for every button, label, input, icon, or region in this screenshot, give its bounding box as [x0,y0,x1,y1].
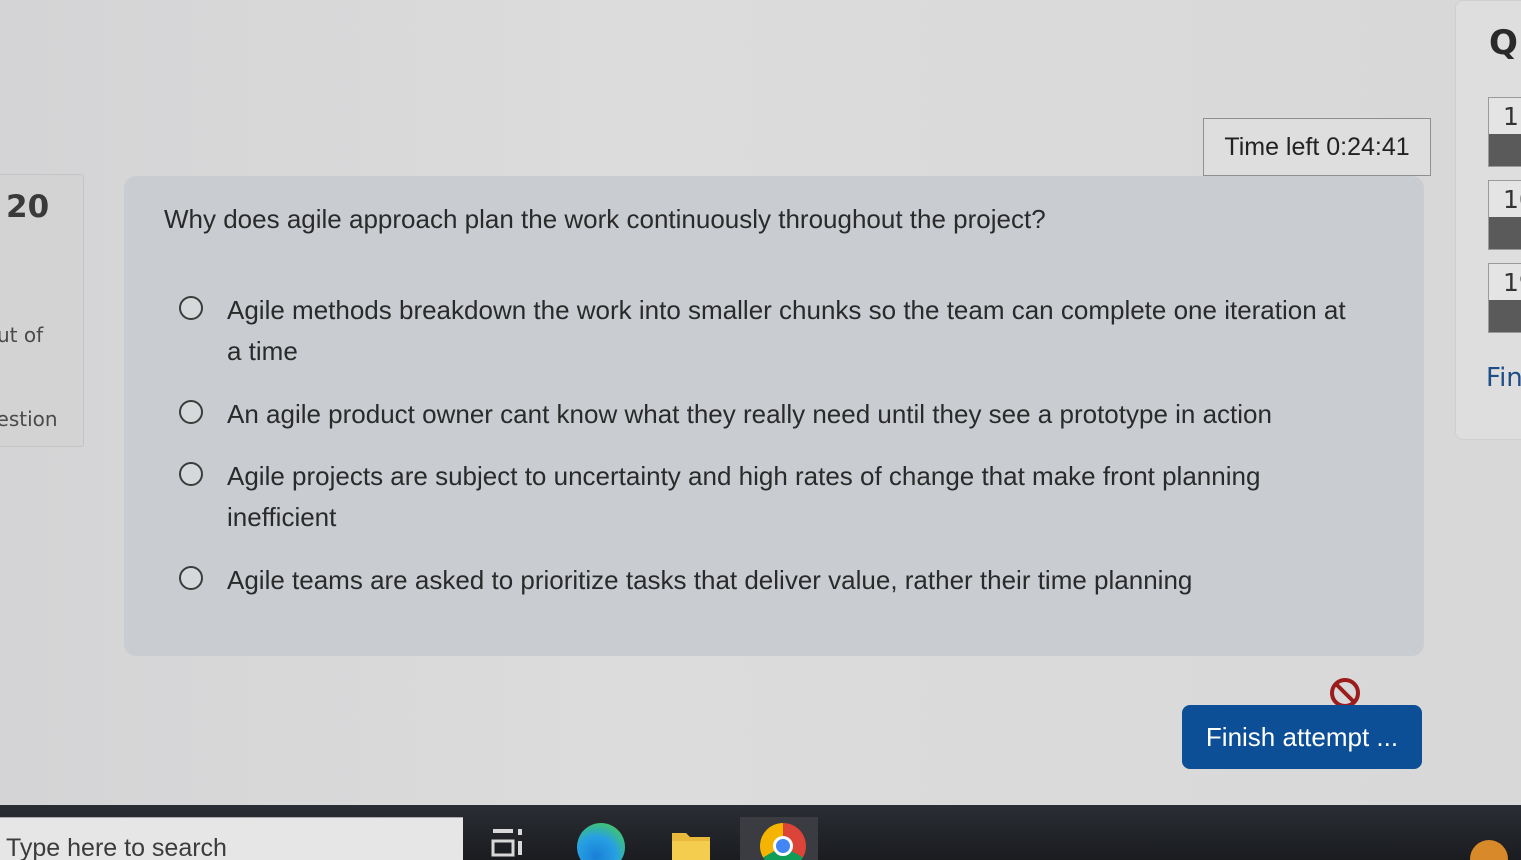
edge-icon[interactable] [577,823,625,860]
marks-text: ut of [0,323,44,347]
quiz-navigation-title: Q [1489,23,1518,63]
answered-indicator [1489,217,1521,249]
question-text: Why does agile approach plan the work co… [164,204,1046,234]
flag-question-link[interactable]: lestion [0,407,58,431]
answered-indicator [1489,300,1521,332]
question-number: 20 [6,189,50,225]
answer-option-label: Agile projects are subject to uncertaint… [227,461,1261,532]
radio-button[interactable] [179,462,203,486]
windows-taskbar [0,805,1521,860]
quiz-navigation-panel: Q 1 10 19 Fin [1455,0,1521,440]
answer-option[interactable]: An agile product owner cant know what th… [179,394,1359,435]
nav-question-button[interactable]: 10 [1488,180,1521,250]
finish-attempt-button[interactable]: Finish attempt ... [1182,705,1422,769]
time-left-display: Time left 0:24:41 [1203,118,1431,176]
task-view-icon[interactable] [490,823,526,860]
question-info-card: 20 ut of lestion [0,174,84,447]
radio-button[interactable] [179,566,203,590]
answer-option[interactable]: Agile methods breakdown the work into sm… [179,290,1359,372]
nav-question-number: 19 [1503,268,1521,297]
file-explorer-icon[interactable] [670,827,712,860]
nav-question-number: 10 [1503,185,1521,214]
nav-question-button[interactable]: 19 [1488,263,1521,333]
answer-option[interactable]: Agile teams are asked to prioritize task… [179,560,1359,601]
answer-option-label: An agile product owner cant know what th… [227,399,1272,429]
radio-button[interactable] [179,400,203,424]
taskbar-search-input[interactable] [0,818,463,860]
nav-finish-link[interactable]: Fin [1486,363,1521,393]
taskbar-search-box[interactable] [0,817,463,860]
answered-indicator [1489,134,1521,166]
answer-option-label: Agile methods breakdown the work into sm… [227,295,1346,366]
nav-question-number: 1 [1503,102,1519,131]
radio-button[interactable] [179,296,203,320]
nav-question-button[interactable]: 1 [1488,97,1521,167]
quiz-page: 20 ut of lestion Time left 0:24:41 Why d… [0,0,1521,805]
answer-option[interactable]: Agile projects are subject to uncertaint… [179,456,1359,538]
answer-option-label: Agile teams are asked to prioritize task… [227,565,1193,595]
question-panel: Why does agile approach plan the work co… [124,176,1424,656]
